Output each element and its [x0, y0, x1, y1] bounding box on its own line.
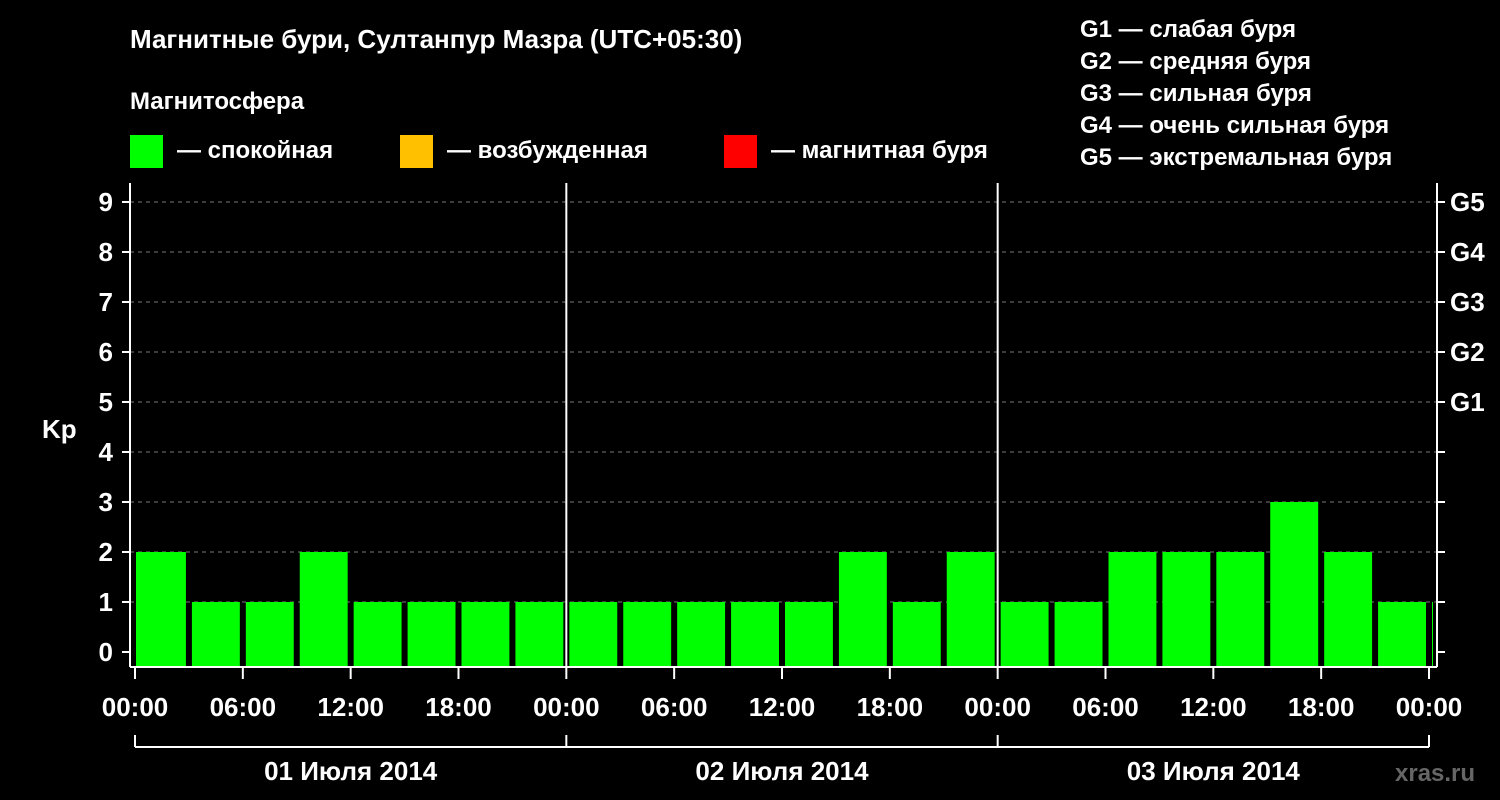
kp-bar-6 — [461, 602, 510, 667]
legend-label-storm: — магнитная буря — [771, 137, 988, 164]
kp-bar-3 — [299, 552, 348, 667]
legend-swatch-storm — [724, 135, 757, 168]
watermark: xras.ru — [1395, 760, 1475, 787]
g-tick-label-g4: G4 — [1450, 237, 1485, 267]
g-tick-label-g5: G5 — [1450, 187, 1485, 217]
kp-bar-24 — [1432, 602, 1433, 667]
kp-bar-12 — [785, 602, 833, 667]
kp-bar-16 — [1000, 602, 1049, 667]
y-tick-label-8: 8 — [99, 237, 113, 267]
legend-label-excited: — возбужденная — [447, 137, 648, 164]
x-tick-label-4: 00:00 — [533, 692, 600, 722]
x-tick-label-0: 00:00 — [102, 692, 169, 722]
y-tick-label-4: 4 — [99, 437, 114, 467]
g-ticks: G1 G2 G3 G4 G5 — [1450, 187, 1485, 417]
kp-bar-18 — [1108, 552, 1157, 667]
day-labels: 01 Июля 2014 02 Июля 2014 03 Июля 2014 — [134, 735, 1430, 786]
g-legend-5: G5 — экстремальная буря — [1080, 144, 1392, 171]
kp-bar-15 — [946, 552, 995, 667]
g-scale-legend: G1 — слабая буря G2 — средняя буря G3 — … — [1080, 16, 1392, 171]
g-tick-label-g1: G1 — [1450, 387, 1485, 417]
x-tick-label-10: 12:00 — [1180, 692, 1247, 722]
kp-bar-7 — [515, 602, 564, 667]
magnetosphere-subtitle: Магнитосфера — [130, 88, 305, 115]
day-label-2: 02 Июля 2014 — [695, 756, 869, 786]
kp-bar-5 — [407, 602, 456, 667]
x-tick-label-1: 06:00 — [210, 692, 277, 722]
kp-bar-21 — [1270, 502, 1319, 667]
kp-bar-4 — [353, 602, 402, 667]
day-label-3: 03 Июля 2014 — [1127, 756, 1301, 786]
g-tick-label-g3: G3 — [1450, 287, 1485, 317]
kp-chart: Магнитные бури, Султанпур Мазра (UTC+05:… — [42, 16, 1485, 787]
kp-bar-10 — [677, 602, 726, 667]
legend-swatch-excited — [400, 135, 433, 168]
grid-lines — [130, 201, 1437, 603]
g-tick-label-g2: G2 — [1450, 337, 1485, 367]
x-ticks: 00:00 06:00 12:00 18:00 00:00 06:00 12:00 18:00… — [102, 667, 1463, 722]
x-tick-label-12: 00:00 — [1396, 692, 1463, 722]
y-tick-label-5: 5 — [99, 387, 113, 417]
legend-swatch-calm — [130, 135, 163, 168]
x-tick-label-5: 06:00 — [641, 692, 708, 722]
kp-bar-22 — [1324, 552, 1373, 667]
y-tick-label-1: 1 — [99, 587, 113, 617]
kp-bar-17 — [1054, 602, 1103, 667]
kp-bar-2 — [245, 602, 294, 667]
day-label-1: 01 Июля 2014 — [264, 756, 438, 786]
kp-bar-20 — [1216, 552, 1265, 667]
g-legend-3: G3 — сильная буря — [1080, 80, 1312, 107]
g-legend-2: G2 — средняя буря — [1080, 48, 1311, 75]
x-tick-label-2: 12:00 — [317, 692, 384, 722]
y-tick-label-0: 0 — [99, 637, 113, 667]
kp-bar-1 — [191, 602, 240, 667]
x-tick-label-8: 00:00 — [964, 692, 1031, 722]
chart-title: Магнитные бури, Султанпур Мазра (UTC+05:… — [130, 24, 742, 54]
y-tick-label-6: 6 — [99, 337, 113, 367]
g-legend-1: G1 — слабая буря — [1080, 16, 1296, 43]
y-axis-label: Kp — [42, 414, 77, 444]
y-tick-label-9: 9 — [99, 187, 113, 217]
x-tick-label-11: 18:00 — [1288, 692, 1355, 722]
x-tick-label-6: 12:00 — [749, 692, 816, 722]
x-tick-label-3: 18:00 — [425, 692, 492, 722]
kp-bar-8 — [569, 602, 618, 667]
y-tick-label-3: 3 — [99, 487, 113, 517]
kp-bar-14 — [892, 602, 941, 667]
kp-bar-0 — [136, 552, 186, 667]
x-tick-label-7: 18:00 — [857, 692, 924, 722]
g-legend-4: G4 — очень сильная буря — [1080, 112, 1389, 139]
bars — [136, 502, 1433, 667]
legend-label-calm: — спокойная — [177, 137, 333, 164]
color-legend: — спокойная — возбужденная — магнитная б… — [130, 135, 988, 168]
kp-bar-13 — [838, 552, 887, 667]
x-tick-label-9: 06:00 — [1072, 692, 1139, 722]
kp-bar-23 — [1378, 602, 1426, 667]
kp-bar-11 — [731, 602, 779, 667]
y-tick-label-7: 7 — [99, 287, 113, 317]
kp-bar-9 — [623, 602, 672, 667]
y-tick-label-2: 2 — [99, 537, 113, 567]
kp-bar-19 — [1162, 552, 1211, 667]
